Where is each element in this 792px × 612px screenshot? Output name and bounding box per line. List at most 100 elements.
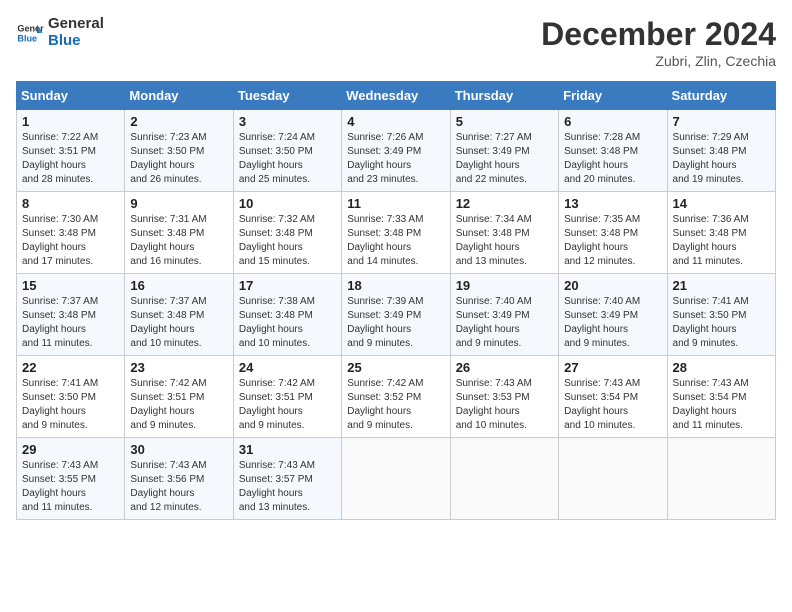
- day-number: 23: [130, 360, 227, 375]
- day-detail: Sunrise: 7:30 AMSunset: 3:48 PMDaylight …: [22, 214, 98, 267]
- day-detail: Sunrise: 7:43 AMSunset: 3:55 PMDaylight …: [22, 460, 98, 513]
- day-number: 9: [130, 196, 227, 211]
- day-number: 22: [22, 360, 119, 375]
- calendar-cell: 7 Sunrise: 7:29 AMSunset: 3:48 PMDaylight…: [667, 110, 775, 192]
- day-number: 10: [239, 196, 336, 211]
- day-detail: Sunrise: 7:23 AMSunset: 3:50 PMDaylight …: [130, 132, 206, 185]
- day-detail: Sunrise: 7:36 AMSunset: 3:48 PMDaylight …: [673, 214, 749, 267]
- calendar-cell: [559, 438, 667, 520]
- day-number: 6: [564, 114, 661, 129]
- day-number: 29: [22, 442, 119, 457]
- calendar-cell: 30 Sunrise: 7:43 AMSunset: 3:56 PMDayligh…: [125, 438, 233, 520]
- logo-line1: General: [48, 16, 104, 33]
- day-number: 16: [130, 278, 227, 293]
- day-number: 2: [130, 114, 227, 129]
- calendar-cell: [667, 438, 775, 520]
- day-number: 7: [673, 114, 770, 129]
- calendar-title: December 2024: [541, 16, 776, 53]
- calendar-cell: 31 Sunrise: 7:43 AMSunset: 3:57 PMDayligh…: [233, 438, 341, 520]
- day-detail: Sunrise: 7:43 AMSunset: 3:54 PMDaylight …: [673, 378, 749, 431]
- day-detail: Sunrise: 7:43 AMSunset: 3:56 PMDaylight …: [130, 460, 206, 513]
- day-number: 5: [456, 114, 553, 129]
- day-detail: Sunrise: 7:40 AMSunset: 3:49 PMDaylight …: [456, 296, 532, 349]
- day-detail: Sunrise: 7:37 AMSunset: 3:48 PMDaylight …: [22, 296, 98, 349]
- day-detail: Sunrise: 7:38 AMSunset: 3:48 PMDaylight …: [239, 296, 315, 349]
- day-detail: Sunrise: 7:41 AMSunset: 3:50 PMDaylight …: [22, 378, 98, 431]
- day-detail: Sunrise: 7:34 AMSunset: 3:48 PMDaylight …: [456, 214, 532, 267]
- calendar-cell: 13Sunrise: 7:35 AMSunset: 3:48 PMDayligh…: [559, 192, 667, 274]
- calendar-cell: 29 Sunrise: 7:43 AMSunset: 3:55 PMDayligh…: [17, 438, 125, 520]
- day-detail: Sunrise: 7:43 AMSunset: 3:53 PMDaylight …: [456, 378, 532, 431]
- calendar-header-row: SundayMondayTuesdayWednesdayThursdayFrid…: [17, 82, 776, 110]
- day-number: 4: [347, 114, 444, 129]
- calendar-cell: 28 Sunrise: 7:43 AMSunset: 3:54 PMDayligh…: [667, 356, 775, 438]
- day-detail: Sunrise: 7:22 AMSunset: 3:51 PMDaylight …: [22, 132, 98, 185]
- calendar-cell: 4 Sunrise: 7:26 AMSunset: 3:49 PMDaylight…: [342, 110, 450, 192]
- calendar-week-row: 29 Sunrise: 7:43 AMSunset: 3:55 PMDayligh…: [17, 438, 776, 520]
- day-detail: Sunrise: 7:43 AMSunset: 3:54 PMDaylight …: [564, 378, 640, 431]
- calendar-cell: 20 Sunrise: 7:40 AMSunset: 3:49 PMDayligh…: [559, 274, 667, 356]
- calendar-cell: 25 Sunrise: 7:42 AMSunset: 3:52 PMDayligh…: [342, 356, 450, 438]
- day-detail: Sunrise: 7:24 AMSunset: 3:50 PMDaylight …: [239, 132, 315, 185]
- calendar-cell: 8Sunrise: 7:30 AMSunset: 3:48 PMDaylight…: [17, 192, 125, 274]
- day-number: 24: [239, 360, 336, 375]
- day-detail: Sunrise: 7:39 AMSunset: 3:49 PMDaylight …: [347, 296, 423, 349]
- calendar-cell: 3 Sunrise: 7:24 AMSunset: 3:50 PMDaylight…: [233, 110, 341, 192]
- calendar-table: SundayMondayTuesdayWednesdayThursdayFrid…: [16, 81, 776, 520]
- calendar-cell: [342, 438, 450, 520]
- calendar-cell: 18 Sunrise: 7:39 AMSunset: 3:49 PMDayligh…: [342, 274, 450, 356]
- day-number: 30: [130, 442, 227, 457]
- day-number: 17: [239, 278, 336, 293]
- day-detail: Sunrise: 7:40 AMSunset: 3:49 PMDaylight …: [564, 296, 640, 349]
- day-number: 13: [564, 196, 661, 211]
- day-number: 20: [564, 278, 661, 293]
- calendar-cell: 2 Sunrise: 7:23 AMSunset: 3:50 PMDaylight…: [125, 110, 233, 192]
- calendar-cell: 12 Sunrise: 7:34 AMSunset: 3:48 PMDayligh…: [450, 192, 558, 274]
- day-number: 3: [239, 114, 336, 129]
- day-number: 19: [456, 278, 553, 293]
- calendar-cell: 15Sunrise: 7:37 AMSunset: 3:48 PMDayligh…: [17, 274, 125, 356]
- weekday-header: Sunday: [17, 82, 125, 110]
- day-detail: Sunrise: 7:29 AMSunset: 3:48 PMDaylight …: [673, 132, 749, 185]
- day-number: 21: [673, 278, 770, 293]
- logo-line2: Blue: [48, 33, 104, 50]
- weekday-header: Saturday: [667, 82, 775, 110]
- calendar-week-row: 22 Sunrise: 7:41 AMSunset: 3:50 PMDayligh…: [17, 356, 776, 438]
- weekday-header: Monday: [125, 82, 233, 110]
- day-detail: Sunrise: 7:43 AMSunset: 3:57 PMDaylight …: [239, 460, 315, 513]
- day-number: 25: [347, 360, 444, 375]
- day-detail: Sunrise: 7:26 AMSunset: 3:49 PMDaylight …: [347, 132, 423, 185]
- day-detail: Sunrise: 7:42 AMSunset: 3:51 PMDaylight …: [130, 378, 206, 431]
- day-detail: Sunrise: 7:42 AMSunset: 3:52 PMDaylight …: [347, 378, 423, 431]
- calendar-cell: [450, 438, 558, 520]
- calendar-cell: 17 Sunrise: 7:38 AMSunset: 3:48 PMDayligh…: [233, 274, 341, 356]
- calendar-cell: 26 Sunrise: 7:43 AMSunset: 3:53 PMDayligh…: [450, 356, 558, 438]
- day-number: 26: [456, 360, 553, 375]
- weekday-header: Wednesday: [342, 82, 450, 110]
- svg-text:Blue: Blue: [17, 33, 37, 43]
- day-number: 18: [347, 278, 444, 293]
- day-detail: Sunrise: 7:42 AMSunset: 3:51 PMDaylight …: [239, 378, 315, 431]
- logo-icon: General Blue: [16, 19, 44, 47]
- day-detail: Sunrise: 7:37 AMSunset: 3:48 PMDaylight …: [130, 296, 206, 349]
- weekday-header: Tuesday: [233, 82, 341, 110]
- weekday-header: Friday: [559, 82, 667, 110]
- calendar-cell: 24 Sunrise: 7:42 AMSunset: 3:51 PMDayligh…: [233, 356, 341, 438]
- calendar-cell: 11Sunrise: 7:33 AMSunset: 3:48 PMDayligh…: [342, 192, 450, 274]
- calendar-cell: 22 Sunrise: 7:41 AMSunset: 3:50 PMDayligh…: [17, 356, 125, 438]
- calendar-week-row: 15Sunrise: 7:37 AMSunset: 3:48 PMDayligh…: [17, 274, 776, 356]
- header: General Blue General Blue December 2024 …: [16, 16, 776, 69]
- calendar-cell: 9Sunrise: 7:31 AMSunset: 3:48 PMDaylight…: [125, 192, 233, 274]
- calendar-cell: 10Sunrise: 7:32 AMSunset: 3:48 PMDayligh…: [233, 192, 341, 274]
- logo: General Blue General Blue: [16, 16, 104, 49]
- calendar-cell: 19 Sunrise: 7:40 AMSunset: 3:49 PMDayligh…: [450, 274, 558, 356]
- calendar-week-row: 8Sunrise: 7:30 AMSunset: 3:48 PMDaylight…: [17, 192, 776, 274]
- day-number: 28: [673, 360, 770, 375]
- day-number: 31: [239, 442, 336, 457]
- day-number: 12: [456, 196, 553, 211]
- day-number: 1: [22, 114, 119, 129]
- calendar-cell: 21Sunrise: 7:41 AMSunset: 3:50 PMDayligh…: [667, 274, 775, 356]
- day-number: 11: [347, 196, 444, 211]
- calendar-cell: 23 Sunrise: 7:42 AMSunset: 3:51 PMDayligh…: [125, 356, 233, 438]
- day-detail: Sunrise: 7:28 AMSunset: 3:48 PMDaylight …: [564, 132, 640, 185]
